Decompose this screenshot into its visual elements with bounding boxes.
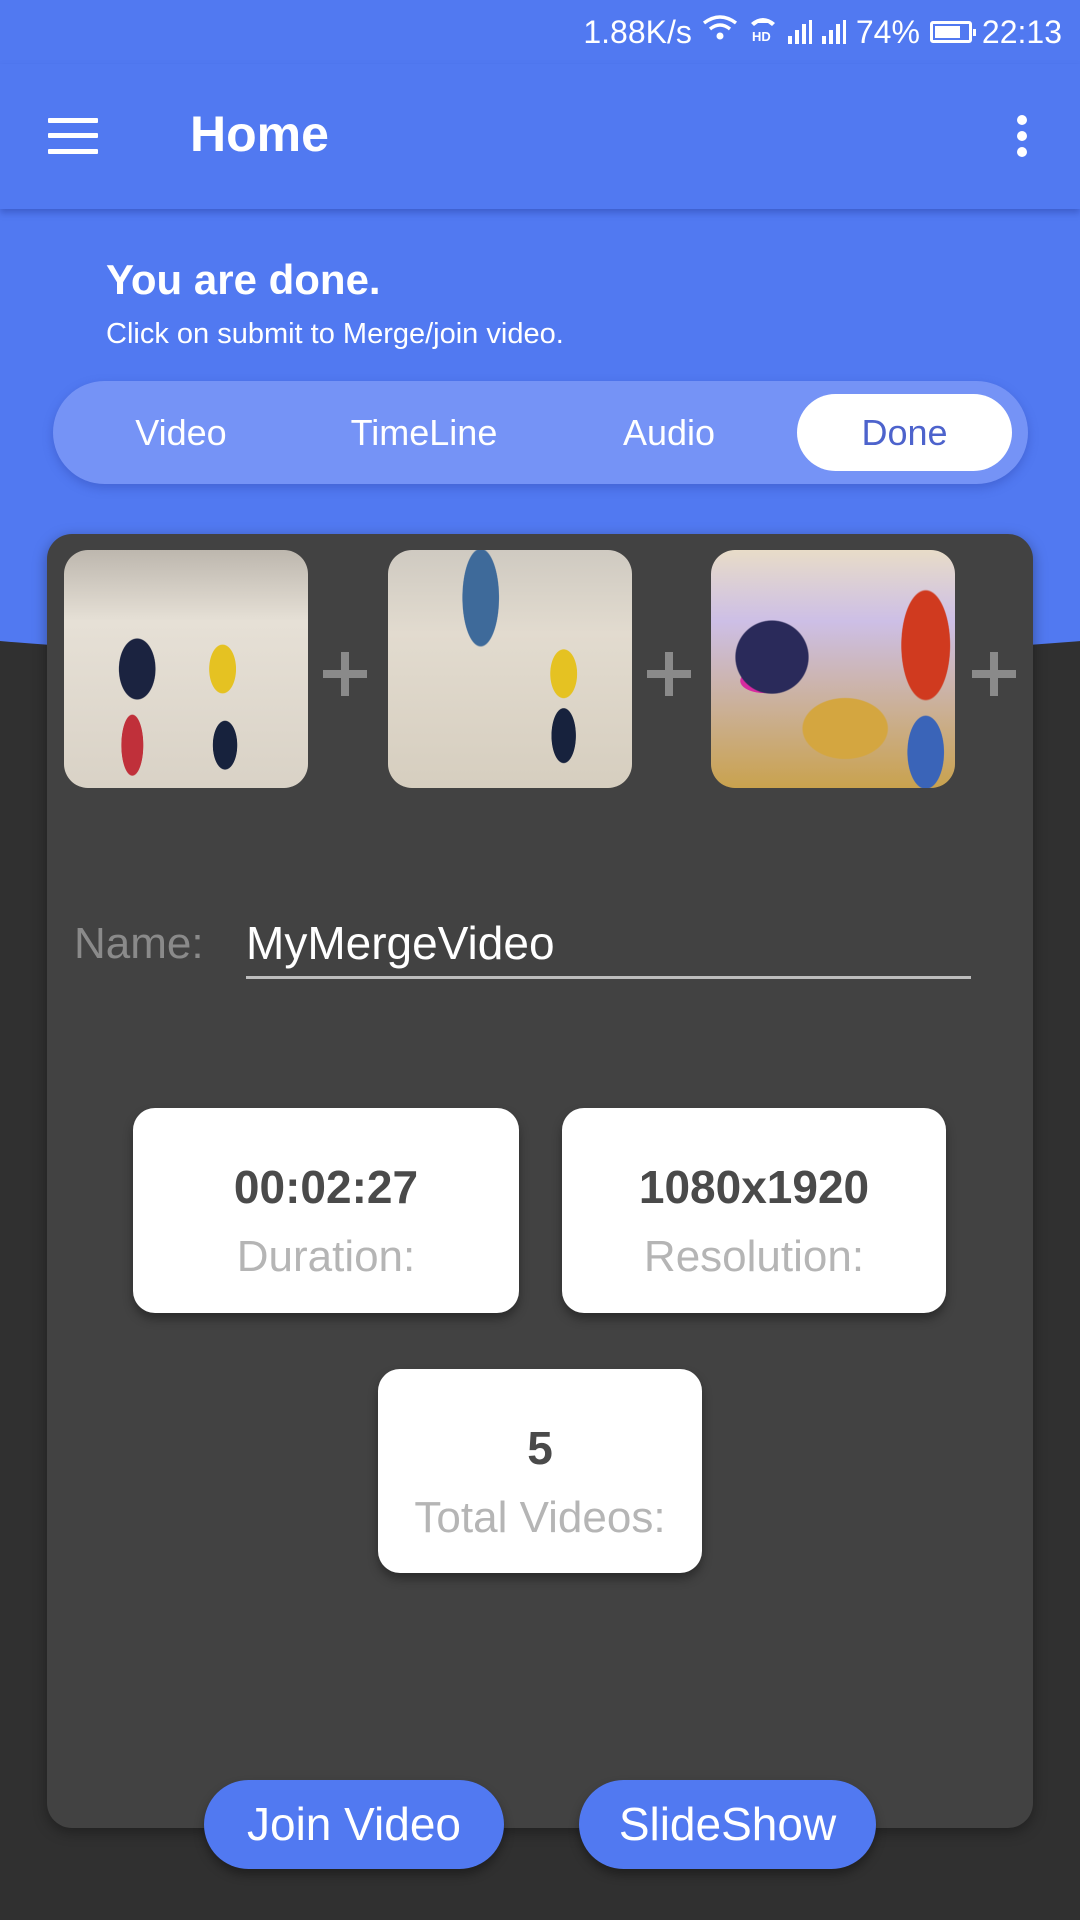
tab-done[interactable]: Done (797, 394, 1012, 471)
video-thumbnail[interactable] (388, 550, 632, 788)
step-subheading: Click on submit to Merge/join video. (106, 318, 564, 350)
duration-value: 00:02:27 (233, 1161, 419, 1213)
join-video-button[interactable]: Join Video (204, 1780, 504, 1869)
wifi-icon (702, 12, 738, 52)
tab-video[interactable]: Video (101, 394, 261, 471)
duration-label: Duration: (236, 1232, 416, 1281)
status-bar: 1.88K/s HD 74% 22:13 (0, 0, 1080, 64)
video-thumbnail[interactable] (64, 550, 308, 788)
clock: 22:13 (981, 14, 1062, 50)
hamburger-menu-icon[interactable] (48, 118, 98, 154)
step-heading: You are done. (106, 256, 381, 303)
total-videos-card: 5 Total Videos: (378, 1369, 702, 1573)
step-tabs: Video TimeLine Audio Done (53, 381, 1028, 484)
total-videos-value: 5 (527, 1422, 553, 1474)
name-label: Name: (74, 919, 204, 968)
total-videos-label: Total Videos: (414, 1493, 666, 1542)
plus-icon (323, 652, 367, 696)
signal-sim2-icon (821, 20, 846, 44)
more-vert-icon[interactable] (1010, 112, 1034, 160)
hd-call-icon: HD (748, 12, 778, 52)
signal-sim1-icon (787, 20, 812, 44)
tab-timeline[interactable]: TimeLine (329, 394, 519, 471)
duration-card: 00:02:27 Duration: (133, 1108, 519, 1313)
plus-icon (647, 652, 691, 696)
video-thumbnail[interactable] (711, 550, 955, 788)
page-title: Home (190, 106, 329, 162)
tab-audio[interactable]: Audio (589, 394, 749, 471)
battery-icon (929, 21, 976, 43)
video-name-input[interactable] (246, 910, 971, 979)
resolution-card: 1080x1920 Resolution: (562, 1108, 946, 1313)
app-toolbar: Home (0, 64, 1080, 209)
battery-percent: 74% (855, 14, 920, 50)
plus-icon (972, 652, 1016, 696)
slideshow-button[interactable]: SlideShow (579, 1780, 876, 1869)
svg-text:HD: HD (752, 29, 771, 43)
resolution-label: Resolution: (643, 1232, 865, 1281)
resolution-value: 1080x1920 (638, 1161, 870, 1213)
merge-summary-card: Name: 00:02:27 Duration: 1080x1920 Resol… (47, 534, 1033, 1828)
network-speed: 1.88K/s (583, 14, 692, 50)
